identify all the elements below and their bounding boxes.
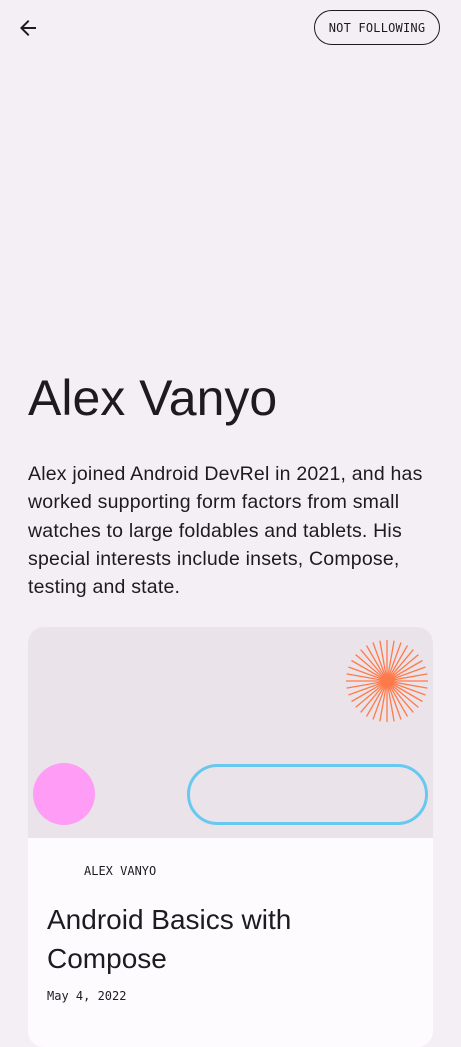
pink-circle-shape xyxy=(33,763,95,825)
follow-toggle-button[interactable]: NOT FOLLOWING xyxy=(314,10,440,45)
top-app-bar: NOT FOLLOWING xyxy=(0,0,461,56)
author-name: Alex Vanyo xyxy=(28,370,278,426)
blue-pill-shape xyxy=(187,764,428,825)
header-illustration xyxy=(33,640,428,825)
author-bio: Alex joined Android DevRel in 2021, and … xyxy=(28,463,423,599)
card-title: Android Basics with Compose xyxy=(47,904,292,974)
arrow-back-icon xyxy=(20,20,36,36)
card-author-label: ALEX VANYO xyxy=(84,864,157,878)
starburst-shape xyxy=(346,640,428,722)
card-header-image xyxy=(28,627,433,838)
starburst-center xyxy=(381,675,393,687)
card-date: May 4, 2022 xyxy=(47,989,127,1003)
card-body: ALEX VANYO Android Basics with Compose M… xyxy=(28,838,433,1047)
news-resource-card[interactable]: ALEX VANYO Android Basics with Compose M… xyxy=(28,627,433,1047)
back-button[interactable] xyxy=(6,6,50,50)
